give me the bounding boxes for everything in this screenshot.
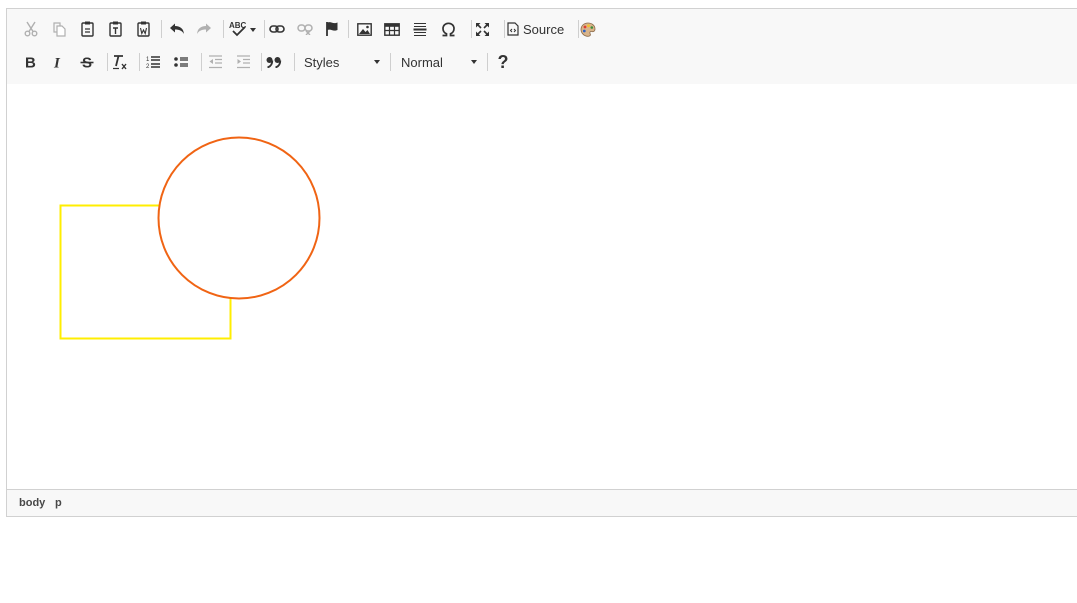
bulleted-list-button[interactable] <box>172 50 190 74</box>
toolbar-separator <box>264 20 265 38</box>
help-button[interactable]: ? <box>495 50 511 74</box>
toolbar-separator <box>161 20 162 38</box>
svg-text:I: I <box>53 56 61 70</box>
image-icon <box>356 22 372 36</box>
orange-circle <box>157 136 321 300</box>
anchor-button[interactable] <box>323 17 341 41</box>
editor-content-area[interactable] <box>7 84 1077 491</box>
blockquote-icon <box>266 57 282 68</box>
spellcheck-icon: ABC <box>229 21 256 37</box>
copy-button[interactable] <box>51 17 67 41</box>
element-path-bar: body p <box>7 489 1077 516</box>
redo-icon <box>197 23 211 34</box>
anchor-icon <box>326 22 338 36</box>
remove-format-button[interactable] <box>110 50 130 74</box>
spellcheck-button[interactable]: ABC <box>228 17 258 41</box>
table-button[interactable] <box>383 17 401 41</box>
svg-text:B: B <box>25 55 36 69</box>
palette-icon <box>580 22 596 37</box>
drawing-canvas <box>59 136 321 340</box>
toolbar-separator <box>504 20 505 38</box>
toolbar-separator <box>390 53 391 71</box>
styles-dropdown[interactable]: Styles <box>304 50 380 74</box>
outdent-icon <box>208 55 222 69</box>
redo-button[interactable] <box>194 17 214 41</box>
bulleted-list-icon <box>173 57 188 67</box>
paste-word-button[interactable] <box>135 17 151 41</box>
cut-button[interactable] <box>23 17 39 41</box>
link-icon <box>269 25 285 33</box>
styles-dropdown-label: Styles <box>304 54 340 70</box>
bold-icon: B <box>25 55 36 69</box>
strikethrough-icon: S <box>80 55 94 69</box>
maximize-button[interactable] <box>473 17 491 41</box>
undo-icon <box>170 23 184 34</box>
special-char-omega-icon <box>441 21 455 36</box>
blockquote-button[interactable] <box>264 50 284 74</box>
toolbar-separator <box>294 53 295 71</box>
toolbar-separator <box>201 53 202 71</box>
bold-button[interactable]: B <box>22 50 38 74</box>
help-icon: ? <box>497 51 509 72</box>
svg-text:2: 2 <box>146 64 150 69</box>
ui-color-button[interactable] <box>579 17 597 41</box>
format-dropdown[interactable]: Normal <box>401 50 477 74</box>
toolbar-separator <box>261 53 262 71</box>
italic-icon: I <box>53 56 61 70</box>
italic-button[interactable]: I <box>50 50 66 74</box>
table-icon <box>384 22 400 36</box>
strikethrough-button[interactable]: S <box>78 50 96 74</box>
toolbar-separator <box>487 53 488 71</box>
maximize-icon <box>475 22 489 36</box>
cut-icon <box>24 21 38 37</box>
format-dropdown-label: Normal <box>401 54 443 70</box>
toolbar-separator <box>348 20 349 38</box>
source-label: Source <box>523 21 565 37</box>
copy-icon <box>52 21 66 37</box>
path-item-body[interactable]: body <box>19 497 45 509</box>
paste-word-icon <box>136 21 150 37</box>
link-button[interactable] <box>267 17 287 41</box>
paste-text-button[interactable] <box>107 17 123 41</box>
undo-button[interactable] <box>167 17 187 41</box>
toolbar-separator <box>223 20 224 38</box>
chevron-down-icon <box>374 60 380 64</box>
horizontal-rule-icon <box>413 22 427 36</box>
indent-button[interactable] <box>234 50 252 74</box>
chevron-down-icon <box>471 60 477 64</box>
source-button[interactable]: Source <box>507 17 569 41</box>
image-button[interactable] <box>355 17 373 41</box>
svg-text:1: 1 <box>146 57 150 63</box>
numbered-list-button[interactable]: 1 2 <box>144 50 162 74</box>
toolbar-separator <box>107 53 108 71</box>
numbered-list-icon: 1 2 <box>146 56 160 69</box>
toolbar-separator <box>471 20 472 38</box>
toolbar-separator <box>139 53 140 71</box>
path-item-p[interactable]: p <box>55 497 62 509</box>
rich-text-editor: ABC Source B I 1 2 Styles Normal ? body … <box>6 8 1077 517</box>
outdent-button[interactable] <box>206 50 224 74</box>
paste-icon <box>80 21 94 37</box>
indent-icon <box>236 55 250 69</box>
special-char-button[interactable] <box>439 17 457 41</box>
paste-text-icon <box>108 21 122 37</box>
remove-format-icon <box>113 55 127 70</box>
horizontal-rule-button[interactable] <box>411 17 429 41</box>
unlink-icon <box>297 24 313 35</box>
paste-button[interactable] <box>79 17 95 41</box>
source-icon <box>507 22 519 36</box>
editor-toolbar: ABC Source B I 1 2 Styles Normal ? <box>7 9 1077 85</box>
unlink-button[interactable] <box>295 17 315 41</box>
